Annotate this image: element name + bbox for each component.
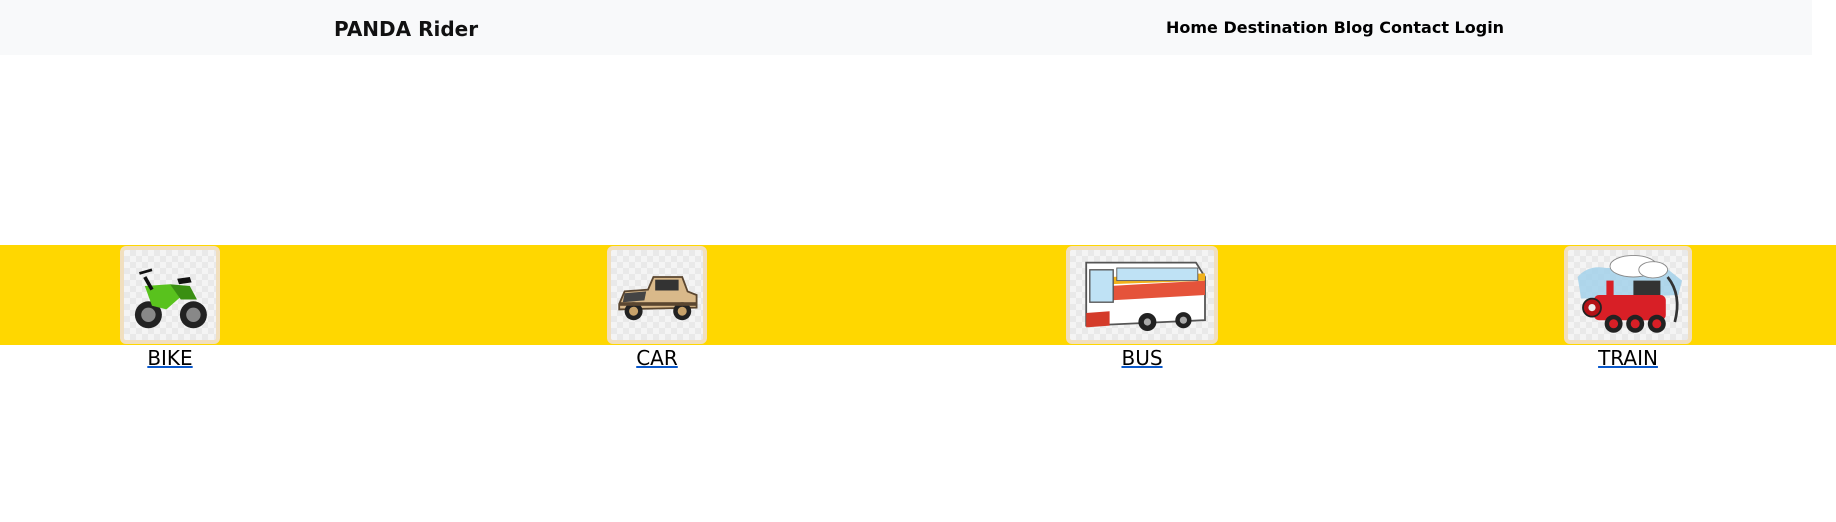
- nav-link-home[interactable]: Home: [1166, 18, 1218, 37]
- nav-link-login[interactable]: Login: [1455, 18, 1505, 37]
- steam-train-icon[interactable]: [1564, 246, 1692, 344]
- bus-icon[interactable]: [1066, 246, 1218, 344]
- brand-name[interactable]: PANDA Rider: [334, 17, 478, 41]
- nav-link-contact[interactable]: Contact: [1379, 18, 1449, 37]
- nav-links: Home Destination Blog Contact Login: [1166, 18, 1504, 37]
- navbar: PANDA Rider Home Destination Blog Contac…: [0, 0, 1812, 55]
- vehicle-card-train[interactable]: TRAIN: [1564, 246, 1692, 370]
- nav-link-blog[interactable]: Blog: [1334, 18, 1374, 37]
- vintage-car-icon[interactable]: [607, 246, 707, 344]
- vehicle-link-car[interactable]: CAR: [607, 346, 707, 370]
- vehicle-card-bus[interactable]: BUS: [1066, 246, 1218, 370]
- vehicle-card-car[interactable]: CAR: [607, 246, 707, 370]
- nav-link-destination[interactable]: Destination: [1223, 18, 1328, 37]
- vehicle-link-train[interactable]: TRAIN: [1564, 346, 1692, 370]
- motorbike-icon[interactable]: [120, 246, 220, 344]
- vehicle-link-bus[interactable]: BUS: [1066, 346, 1218, 370]
- vehicle-link-bike[interactable]: BIKE: [120, 346, 220, 370]
- vehicle-band: [0, 245, 1836, 345]
- vehicle-card-bike[interactable]: BIKE: [120, 246, 220, 370]
